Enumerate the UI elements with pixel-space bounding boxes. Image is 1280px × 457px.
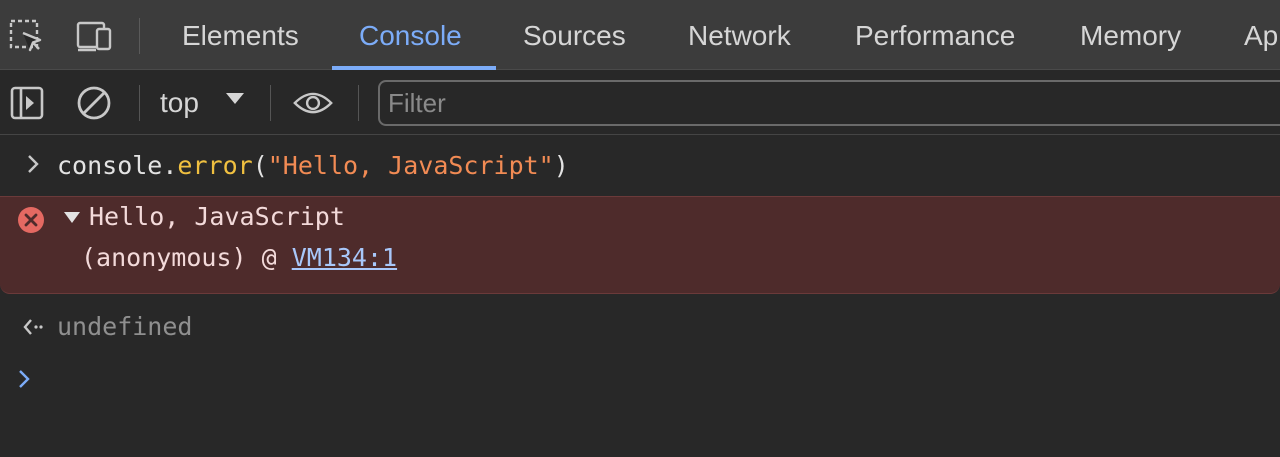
inspect-element-icon[interactable] [7, 17, 47, 57]
input-code: console.error("Hello, JavaScript") [57, 151, 569, 180]
clear-console-icon[interactable] [74, 83, 114, 123]
console-return-entry: undefined [0, 306, 1280, 350]
code-open-paren: ( [252, 151, 268, 180]
filter-input[interactable] [378, 80, 1280, 126]
tab-console[interactable]: Console [359, 0, 462, 70]
toolbar-separator [358, 85, 359, 121]
return-value: undefined [57, 312, 193, 341]
tab-elements[interactable]: Elements [182, 0, 299, 70]
context-selector[interactable]: top [160, 83, 199, 123]
sidebar-toggle-icon[interactable] [7, 83, 47, 123]
eye-icon[interactable] [293, 83, 333, 123]
code-object: console [57, 151, 163, 180]
tab-network[interactable]: Network [688, 0, 791, 70]
tab-application[interactable]: Ap [1244, 0, 1278, 70]
stack-frame-label: (anonymous) @ [81, 243, 292, 272]
input-chevron-icon [26, 153, 40, 180]
toolbar-separator [139, 85, 140, 121]
active-tab-indicator [332, 66, 496, 70]
devtools-tabbar: Elements Console Sources Network Perform… [0, 0, 1280, 70]
source-link[interactable]: VM134:1 [292, 243, 397, 272]
tab-separator [139, 18, 140, 54]
tab-performance[interactable]: Performance [855, 0, 1015, 70]
expand-triangle-icon[interactable] [64, 212, 80, 223]
code-string-arg: "Hello, JavaScript" [267, 151, 554, 180]
device-toolbar-icon[interactable] [74, 17, 114, 57]
stack-trace: (anonymous) @ VM134:1 [81, 243, 397, 272]
code-method: error [177, 151, 253, 180]
return-arrow-icon [22, 316, 44, 343]
dropdown-arrow-icon[interactable] [226, 93, 244, 104]
console-input-entry: console.error("Hello, JavaScript") [0, 136, 1280, 196]
prompt-chevron-icon [17, 368, 31, 395]
console-toolbar: top [0, 71, 1280, 135]
tab-memory[interactable]: Memory [1080, 0, 1181, 70]
error-icon [17, 206, 45, 234]
tab-sources[interactable]: Sources [523, 0, 626, 70]
console-error-message: Hello, JavaScript (anonymous) @ VM134:1 [0, 196, 1280, 294]
code-dot: . [162, 151, 178, 180]
error-text[interactable]: Hello, JavaScript [89, 202, 345, 231]
console-prompt[interactable] [0, 360, 1280, 400]
toolbar-separator [270, 85, 271, 121]
code-close-paren: ) [553, 151, 569, 180]
